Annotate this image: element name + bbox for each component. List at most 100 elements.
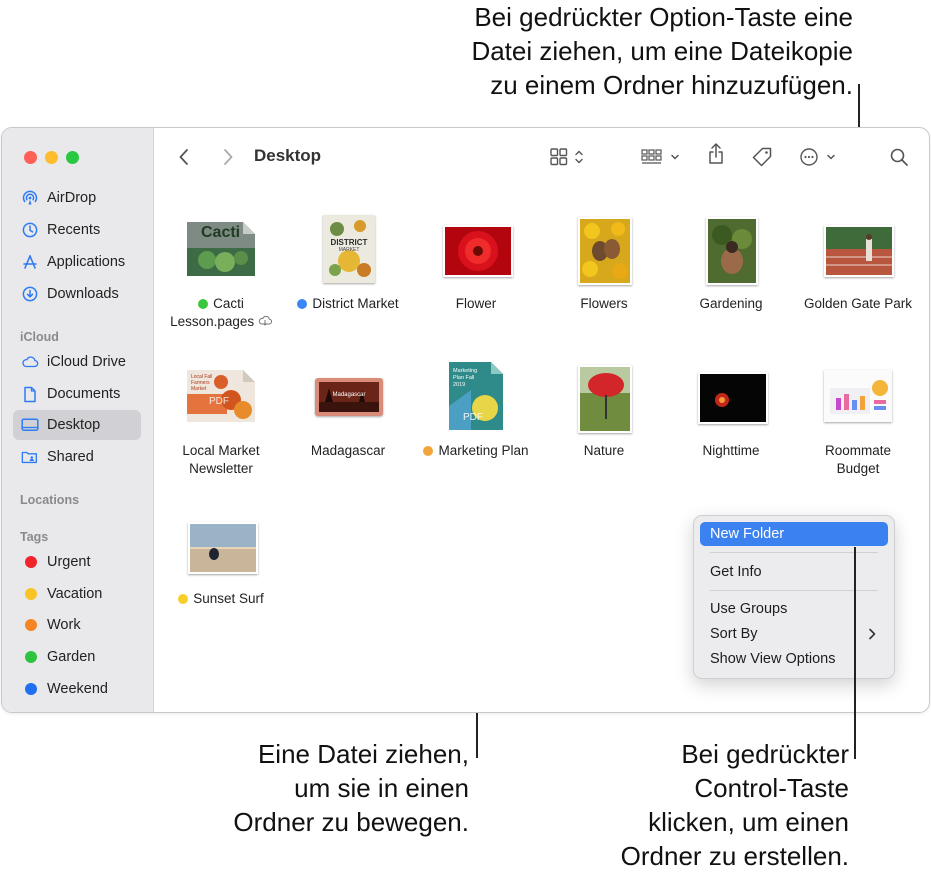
sidebar-tag-work[interactable]: Work [13,610,141,640]
file-thumbnail-golden-gate-park[interactable] [824,225,894,277]
tag-color-dot [25,683,37,695]
menu-item-use-groups[interactable]: Use Groups [700,597,888,621]
file-name: Marketing Plan [438,443,529,458]
applications-icon [21,253,39,271]
file-thumbnail-local-market-newsletter[interactable]: Local Fall Farmers Market PDF [187,370,255,422]
sidebar-item-documents[interactable]: Documents [13,379,141,409]
airdrop-icon [21,189,39,207]
thumb-caption: Marketing Plan Fall 2019 [453,368,478,388]
file-label-nature[interactable]: Nature [534,442,674,460]
sidebar-item-downloads[interactable]: Downloads [13,279,141,309]
file-label-flowers[interactable]: Flowers [534,295,674,313]
file-name: Local Market [182,443,260,458]
leader-line-bottom-right [854,547,856,759]
sidebar-item-label: AirDrop [47,190,97,206]
sidebar-item-label: Shared [47,449,94,465]
file-thumbnail-cacti[interactable]: Cacti [187,222,255,276]
file-label-marketing-plan[interactable]: Marketing Plan [406,442,546,460]
tag-color-dot [25,556,37,568]
tags-button[interactable] [750,146,774,168]
thumb-caption: Local Fall Farmers Market [191,374,213,392]
file-label-district-market[interactable]: District Market [278,295,418,313]
sidebar-heading-locations[interactable]: Locations [20,493,79,507]
file-name: District Market [312,296,399,311]
file-label-flower[interactable]: Flower [406,295,546,313]
sidebar-item-label: Weekend [47,681,108,697]
search-icon [890,148,908,166]
cloud-download-icon [258,315,272,326]
back-button[interactable] [174,146,194,168]
chevron-right-icon [869,628,876,640]
minimize-window-button[interactable] [45,151,58,164]
file-label-roommate-budget[interactable]: Roommate Budget [788,442,928,478]
file-thumbnail-district-market[interactable]: DISTRICT MARKET [323,215,375,283]
zoom-window-button[interactable] [66,151,79,164]
file-label-gardening[interactable]: Gardening [661,295,801,313]
file-label-sunset-surf[interactable]: Sunset Surf [151,590,291,608]
tag-color-dot [423,446,434,456]
sidebar-item-shared[interactable]: Shared [13,442,141,472]
search-button[interactable] [888,146,910,168]
file-thumbnail-gardening[interactable] [706,217,758,285]
file-label-golden-gate-park[interactable]: Golden Gate Park [788,295,928,313]
tag-color-dot [25,588,37,600]
group-by-button[interactable] [640,146,684,168]
ellipsis-circle-icon [800,148,835,166]
sidebar-tag-urgent[interactable]: Urgent [13,547,141,577]
view-mode-button[interactable] [548,146,590,168]
tag-color-dot [297,299,308,309]
callout-line: zu einem Ordner hinzuzufügen. [490,70,853,100]
menu-separator [710,590,878,591]
file-label-madagascar[interactable]: Madagascar [278,442,418,460]
file-thumbnail-flower[interactable] [443,225,513,277]
group-icon [641,149,679,164]
file-name: Nighttime [702,443,760,458]
file-label-cacti[interactable]: Cacti Lesson.pages [151,295,291,331]
file-thumbnail-madagascar[interactable]: Madagascar [315,378,383,416]
file-name: Cacti [213,296,244,311]
thumb-caption: MARKET [338,247,360,253]
callout-line: Ordner zu erstellen. [620,841,849,871]
close-window-button[interactable] [24,151,37,164]
file-name: Golden Gate Park [803,296,913,311]
sidebar-item-label: Vacation [47,586,103,602]
menu-item-sort-by[interactable]: Sort By [700,622,888,646]
file-thumbnail-roommate-budget[interactable] [824,370,892,422]
sidebar-tag-garden[interactable]: Garden [13,642,141,672]
sidebar-item-label: Recents [47,222,101,238]
cloud-icon [21,353,39,371]
sidebar-item-label: Downloads [47,286,119,302]
file-name: Nature [583,443,625,458]
sidebar-item-applications[interactable]: Applications [13,247,141,277]
sidebar-item-label: Applications [47,254,126,270]
file-thumbnail-nature[interactable] [578,365,632,433]
tag-color-dot [25,619,37,631]
tag-icon [752,147,772,167]
file-label-local-market-newsletter[interactable]: Local Market Newsletter [151,442,291,478]
sidebar-tag-vacation[interactable]: Vacation [13,579,141,609]
file-thumbnail-flowers[interactable] [578,217,632,285]
menu-item-new-folder[interactable]: New Folder [700,522,888,546]
context-menu: New Folder Get Info Use Groups Sort By S… [693,515,895,679]
file-thumbnail-nighttime[interactable] [698,372,768,424]
callout-line: Bei gedrückter [681,739,849,769]
menu-item-get-info[interactable]: Get Info [700,560,888,584]
sidebar-item-recents[interactable]: Recents [13,215,141,245]
icon-grid-icon [550,148,583,166]
pdf-badge: PDF [463,412,483,423]
more-actions-button[interactable] [798,146,840,168]
file-label-nighttime[interactable]: Nighttime [661,442,801,460]
callout-option-drag: Bei gedrückter Option-Taste eine Datei z… [471,0,853,102]
share-button[interactable] [705,143,727,165]
file-thumbnail-marketing-plan[interactable]: Marketing Plan Fall 2019 PDF [449,362,503,430]
menu-item-show-view-options[interactable]: Show View Options [700,647,888,671]
sidebar-item-desktop[interactable]: Desktop [13,410,141,440]
sidebar-heading-tags[interactable]: Tags [20,530,48,544]
callout-line: Datei ziehen, um eine Dateikopie [471,36,853,66]
file-thumbnail-sunset-surf[interactable] [188,522,258,574]
file-name: Flowers [580,296,628,311]
sidebar-item-icloud-drive[interactable]: iCloud Drive [13,347,141,377]
sidebar-tag-weekend[interactable]: Weekend [13,674,141,704]
sidebar-item-airdrop[interactable]: AirDrop [13,183,141,213]
forward-button[interactable] [218,146,238,168]
